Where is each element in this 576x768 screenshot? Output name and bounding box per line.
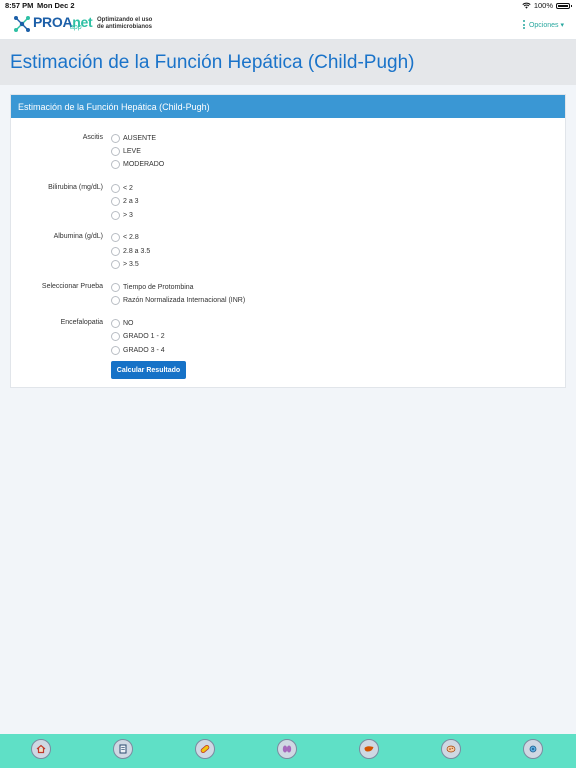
radio-button[interactable] xyxy=(111,282,120,292)
status-time: 8:57 PM xyxy=(5,1,34,10)
page-title: Estimación de la Función Hepática (Child… xyxy=(10,52,415,73)
option-label: 2 a 3 xyxy=(123,197,139,205)
logo-text: PROAnet xyxy=(33,14,93,30)
option-label: Razón Normalizada Internacional (INR) xyxy=(123,296,246,304)
tagline-line-1: Optimizando el uso xyxy=(97,17,153,23)
radio-button[interactable] xyxy=(111,133,120,143)
bottom-tab-bar xyxy=(0,734,576,768)
radio-button[interactable] xyxy=(111,246,120,256)
radio-button[interactable] xyxy=(111,183,120,193)
logo-proa: PROA xyxy=(33,14,73,30)
prueba-label: Seleccionar Prueba xyxy=(41,283,103,290)
radio-button[interactable] xyxy=(111,259,120,269)
kebab-menu-icon xyxy=(522,20,525,29)
organism-glyph-icon xyxy=(446,745,456,753)
status-bar: 8:57 PM Mon Dec 2 100% xyxy=(0,0,576,11)
radio-button[interactable] xyxy=(111,331,120,341)
option-label: MODERADO xyxy=(123,160,165,168)
radio-button[interactable] xyxy=(111,232,120,242)
albumina-option-28to35[interactable]: 2.8 a 3.5 xyxy=(111,246,150,256)
ascitis-label: Ascitis xyxy=(82,134,103,141)
molecule-logo-icon xyxy=(14,16,30,32)
albumina-option-lt28[interactable]: < 2.8 xyxy=(111,232,139,242)
option-label: Tiempo de Protombina xyxy=(123,283,194,291)
bilirubina-option-lt2[interactable]: < 2 xyxy=(111,183,133,193)
albumina-option-gt35[interactable]: > 3.5 xyxy=(111,259,139,269)
option-label: > 3.5 xyxy=(123,260,139,268)
battery-percent: 100% xyxy=(533,1,553,10)
option-label: GRADO 1 - 2 xyxy=(123,332,165,340)
bilirubina-option-gt3[interactable]: > 3 xyxy=(111,210,133,220)
radio-button[interactable] xyxy=(111,318,120,328)
encefalopatia-option-no[interactable]: NO xyxy=(111,318,134,328)
radio-button[interactable] xyxy=(111,159,120,169)
option-label: LEVE xyxy=(123,147,141,155)
battery-icon xyxy=(556,2,572,9)
option-label: < 2 xyxy=(123,184,133,192)
app-header: PROAnet app Optimizando el uso de antimi… xyxy=(0,11,576,40)
option-label: GRADO 3 - 4 xyxy=(123,346,165,354)
ascitis-option-ausente[interactable]: AUSENTE xyxy=(111,133,156,143)
albumina-label: Albumina (g/dL) xyxy=(53,233,103,240)
ascitis-option-leve[interactable]: LEVE xyxy=(111,146,141,156)
option-label: AUSENTE xyxy=(123,134,157,142)
option-label: > 3 xyxy=(123,211,133,219)
pill-icon[interactable] xyxy=(195,739,215,759)
card-header: Estimación de la Función Hepática (Child… xyxy=(11,95,565,118)
radio-button[interactable] xyxy=(111,196,120,206)
home-glyph-icon xyxy=(36,744,46,754)
options-label: Opciones ▾ xyxy=(528,21,564,29)
prueba-option-inr[interactable]: Razón Normalizada Internacional (INR) xyxy=(111,295,245,305)
pill-glyph-icon xyxy=(200,744,210,754)
prueba-option-protombina[interactable]: Tiempo de Protombina xyxy=(111,282,194,292)
status-date: Mon Dec 2 xyxy=(37,1,75,10)
calcular-resultado-button[interactable]: Calcular Resultado xyxy=(111,361,186,379)
radio-button[interactable] xyxy=(111,345,120,355)
tagline-line-2: de antimicrobianos xyxy=(97,24,153,30)
status-right: 100% xyxy=(522,1,572,10)
radio-button[interactable] xyxy=(111,146,120,156)
encefalopatia-option-grado34[interactable]: GRADO 3 - 4 xyxy=(111,345,165,355)
kidney-icon[interactable] xyxy=(277,739,297,759)
organism-icon[interactable] xyxy=(441,739,461,759)
document-glyph-icon xyxy=(119,744,127,754)
wifi-icon xyxy=(522,2,531,9)
radio-button[interactable] xyxy=(111,295,120,305)
logo-tagline: Optimizando el uso de antimicrobianos xyxy=(97,17,177,31)
liver-icon[interactable] xyxy=(359,739,379,759)
liver-glyph-icon xyxy=(364,746,374,752)
virus-glyph-icon xyxy=(529,745,537,753)
options-menu-button[interactable]: Opciones ▾ xyxy=(522,20,564,29)
bilirubina-label: Bilirubina (mg/dL) xyxy=(48,184,103,191)
encefalopatia-option-grado12[interactable]: GRADO 1 - 2 xyxy=(111,331,165,341)
encefalopatia-label: Encefalopatia xyxy=(60,319,103,326)
option-label: NO xyxy=(123,319,134,327)
virus-icon[interactable] xyxy=(523,739,543,759)
radio-button[interactable] xyxy=(111,210,120,220)
child-pugh-form-card: Estimación de la Función Hepática (Child… xyxy=(10,94,566,388)
home-icon[interactable] xyxy=(31,739,51,759)
option-label: < 2.8 xyxy=(123,233,139,241)
option-label: 2.8 a 3.5 xyxy=(123,247,151,255)
document-icon[interactable] xyxy=(113,739,133,759)
bilirubina-option-2to3[interactable]: 2 a 3 xyxy=(111,196,139,206)
logo-app-suffix: app xyxy=(70,24,82,31)
kidney-glyph-icon xyxy=(282,745,292,753)
ascitis-option-moderado[interactable]: MODERADO xyxy=(111,159,164,169)
